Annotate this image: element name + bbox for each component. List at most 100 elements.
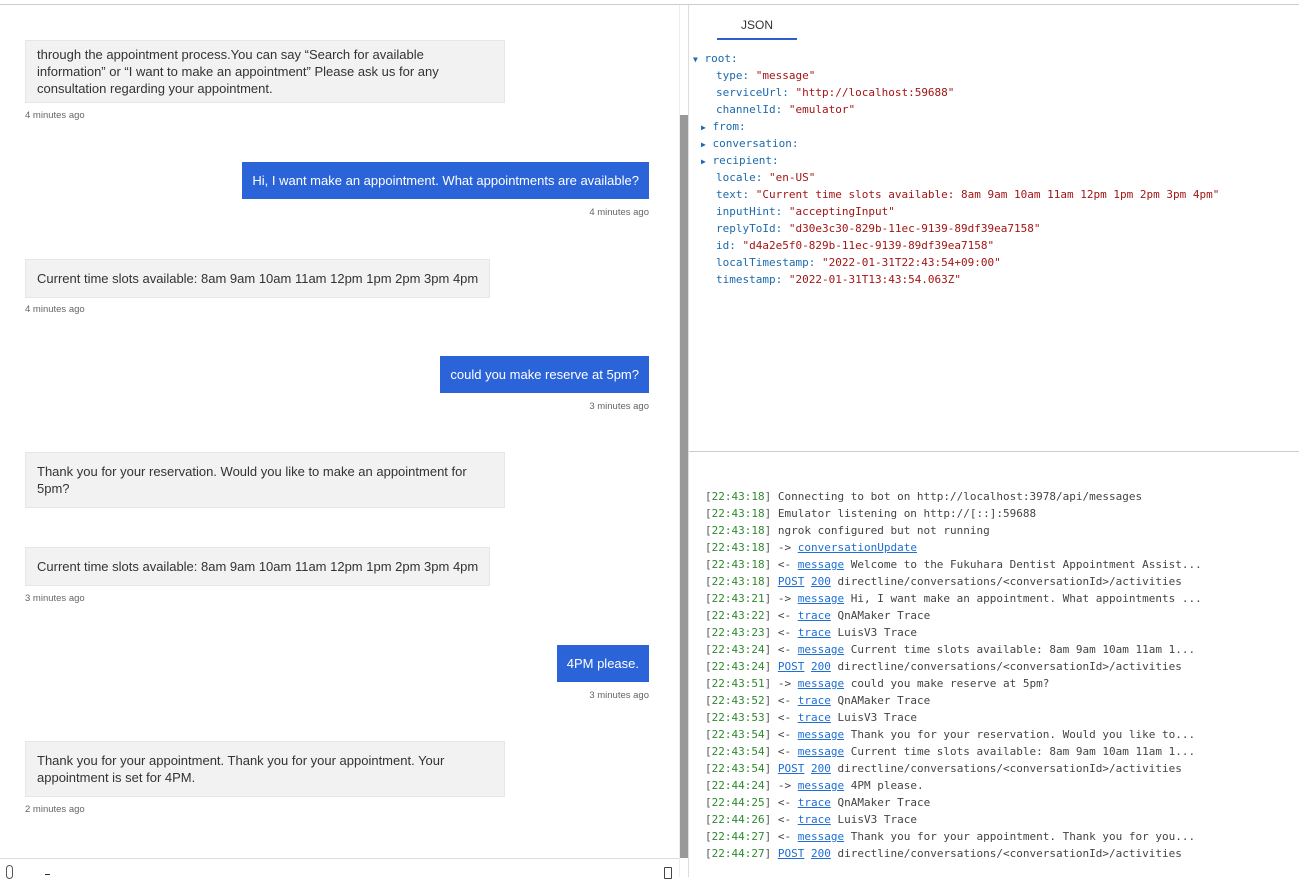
- log-entry: [22:43:54] <- message Current time slots…: [705, 743, 1202, 760]
- json-key: type:: [716, 69, 750, 82]
- bracket: ]: [764, 796, 778, 809]
- log-text: Hi, I want make an appointment. What app…: [850, 592, 1202, 605]
- log-text: QnAMaker Trace: [837, 796, 931, 809]
- bracket: ]: [764, 541, 778, 554]
- log-direction: ->: [777, 592, 798, 605]
- activity-link[interactable]: message: [798, 728, 844, 741]
- inspector-panel: JSON ▼ root: type: "message" serviceUrl: …: [689, 5, 1299, 452]
- json-value: "d4a2e5f0-829b-11ec-9139-89df39ea7158": [742, 239, 995, 252]
- log-entry: [22:43:54] POST 200 directline/conversat…: [705, 760, 1202, 777]
- json-key: replyToId:: [716, 222, 783, 235]
- log-time: 22:43:18: [711, 507, 765, 520]
- bracket: [: [705, 490, 712, 503]
- log-time: 22:43:18: [711, 575, 765, 588]
- activity-link[interactable]: message: [798, 830, 844, 843]
- status-link[interactable]: 200: [811, 847, 831, 860]
- log-direction: <-: [777, 626, 798, 639]
- collapsed-triangle-icon: ▶: [701, 157, 706, 166]
- activity-link[interactable]: message: [798, 779, 844, 792]
- activity-link[interactable]: message: [798, 558, 844, 571]
- bracket: ]: [764, 660, 778, 673]
- activity-link[interactable]: message: [798, 643, 844, 656]
- bracket: [: [705, 626, 712, 639]
- log-text: ngrok configured but not running: [777, 524, 990, 537]
- bot-message: Thank you for your appointment. Thank yo…: [25, 741, 505, 797]
- json-value: "en-US": [768, 171, 816, 184]
- bracket: [: [705, 847, 712, 860]
- chat-scrollbar-thumb[interactable]: [680, 115, 688, 858]
- log-text: QnAMaker Trace: [837, 694, 931, 707]
- bracket: ]: [764, 745, 778, 758]
- bot-message: Current time slots available: 8am 9am 10…: [25, 547, 491, 586]
- chat-input-bar[interactable]: [0, 858, 679, 879]
- send-icon[interactable]: [664, 867, 672, 879]
- activity-link[interactable]: trace: [798, 813, 831, 826]
- log-text: Thank you for your reservation. Would yo…: [850, 728, 1196, 741]
- json-key: channelId:: [716, 103, 783, 116]
- post-link[interactable]: POST: [778, 660, 805, 673]
- bracket: ]: [764, 490, 778, 503]
- activity-link[interactable]: conversationUpdate: [798, 541, 917, 554]
- post-link[interactable]: POST: [778, 575, 805, 588]
- activity-link[interactable]: trace: [798, 609, 831, 622]
- chat-transcript: through the appointment process.You can …: [0, 5, 679, 858]
- json-root[interactable]: ▼ root:: [693, 50, 738, 68]
- collapsed-triangle-icon: ▶: [701, 140, 706, 149]
- expanded-triangle-icon: ▼: [693, 55, 698, 64]
- log-entry: [22:43:18] Emulator listening on http://…: [705, 505, 1202, 522]
- tab-json[interactable]: JSON: [717, 14, 797, 40]
- json-key: root:: [704, 52, 738, 65]
- bracket: [: [705, 711, 712, 724]
- log-direction: <-: [777, 694, 798, 707]
- message-timestamp: 3 minutes ago: [589, 401, 649, 412]
- activity-link[interactable]: trace: [798, 796, 831, 809]
- json-key: localTimestamp:: [716, 256, 816, 269]
- json-field: id: "d4a2e5f0-829b-11ec-9139-89df39ea715…: [716, 237, 994, 254]
- log-entry: [22:43:24] POST 200 directline/conversat…: [705, 658, 1202, 675]
- json-field: localTimestamp: "2022-01-31T22:43:54+09:…: [716, 254, 1001, 271]
- activity-link[interactable]: message: [798, 745, 844, 758]
- activity-link[interactable]: trace: [798, 711, 831, 724]
- log-direction: ->: [777, 541, 798, 554]
- bracket: [: [705, 609, 712, 622]
- post-link[interactable]: POST: [778, 762, 805, 775]
- user-message: Hi, I want make an appointment. What app…: [242, 162, 649, 199]
- json-collapsed-node[interactable]: ▶ conversation:: [701, 135, 799, 153]
- log-time: 22:44:25: [711, 796, 765, 809]
- bot-message: through the appointment process.You can …: [25, 40, 505, 103]
- log-panel: [22:43:18] Connecting to bot on http://l…: [705, 488, 1202, 862]
- log-text: Emulator listening on http://[::]:59688: [777, 507, 1037, 520]
- log-text: LuisV3 Trace: [837, 711, 917, 724]
- log-entry: [22:43:54] <- message Thank you for your…: [705, 726, 1202, 743]
- text-cursor: [45, 874, 50, 875]
- log-text: 4PM please.: [850, 779, 924, 792]
- log-direction: <-: [777, 830, 798, 843]
- log-direction: ->: [777, 677, 798, 690]
- activity-link[interactable]: message: [798, 592, 844, 605]
- bracket: ]: [764, 558, 778, 571]
- bracket: ]: [764, 779, 778, 792]
- activity-link[interactable]: trace: [798, 694, 831, 707]
- bracket: [: [705, 541, 712, 554]
- log-entry: [22:44:27] POST 200 directline/conversat…: [705, 845, 1202, 862]
- activity-link[interactable]: trace: [798, 626, 831, 639]
- log-text: Connecting to bot on http://localhost:39…: [777, 490, 1143, 503]
- bracket: ]: [764, 507, 778, 520]
- json-field: type: "message": [716, 67, 815, 84]
- activity-link[interactable]: message: [798, 677, 844, 690]
- message-timestamp: 3 minutes ago: [589, 690, 649, 701]
- bracket: [: [705, 796, 712, 809]
- log-direction: <-: [777, 711, 798, 724]
- user-message: 4PM please.: [556, 645, 649, 682]
- status-link[interactable]: 200: [811, 762, 831, 775]
- log-entry: [22:43:18] POST 200 directline/conversat…: [705, 573, 1202, 590]
- log-text: directline/conversations/<conversationId…: [837, 575, 1182, 588]
- bracket: ]: [764, 813, 778, 826]
- status-link[interactable]: 200: [811, 660, 831, 673]
- status-link[interactable]: 200: [811, 575, 831, 588]
- post-link[interactable]: POST: [778, 847, 805, 860]
- log-text: directline/conversations/<conversationId…: [837, 762, 1182, 775]
- json-collapsed-node[interactable]: ▶ recipient:: [701, 152, 779, 170]
- json-collapsed-node[interactable]: ▶ from:: [701, 118, 746, 136]
- message-timestamp: 4 minutes ago: [25, 110, 85, 121]
